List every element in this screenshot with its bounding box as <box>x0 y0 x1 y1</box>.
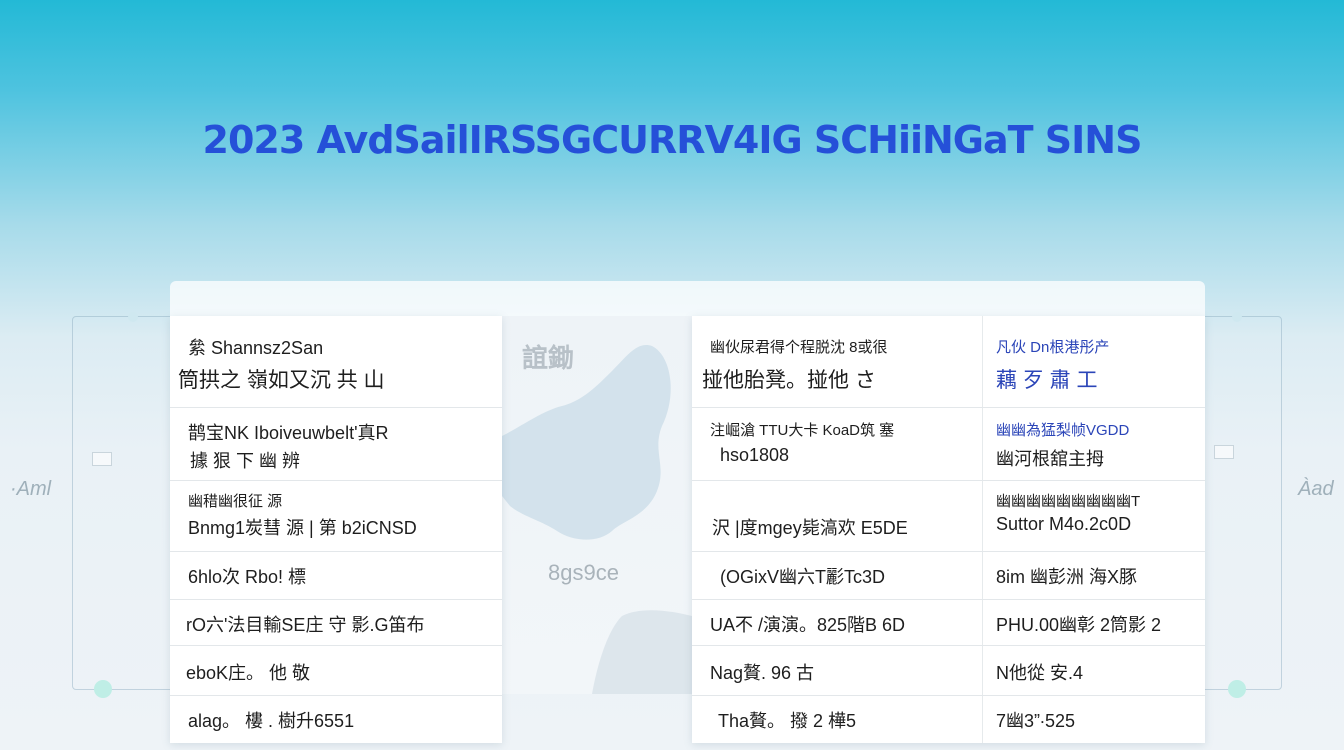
cell-value: hso1808 <box>720 445 790 465</box>
row-subtitle: Bnmg1炭彗 源 | 第 b2iCNSD <box>188 518 417 538</box>
table-row: 幽伙尿君得个程脱沈 8或很 掽他胎凳。掽他 さ 凡伙 Dn根港彤产 藕 歹 肅 … <box>692 316 1205 408</box>
decor-box-left <box>92 452 112 466</box>
table-row: Nag贅. 96 古 N他從 安.4 <box>692 645 1205 696</box>
cell-title-right: 凡伙 Dn根港彤产 <box>996 339 1110 356</box>
list-item: rO六'法目輸SE庄 守 影.G笛布 <box>170 599 502 646</box>
map-label-mid: 8gs9ce <box>548 560 619 585</box>
table-row: 注崛滄 TTU大卡 KoaD筑 塞 hso1808 幽幽為猛梨帧VGDD 幽河根… <box>692 407 1205 481</box>
list-item: 絫 Shannsz2San 筒拱之 嶺如又沉 共 山 <box>170 316 502 408</box>
cell-value: (OGixV幽六T彲Tc3D <box>720 567 886 587</box>
table-row: (OGixV幽六T彲Tc3D 8im 幽彭洲 海Χ豚 <box>692 551 1205 600</box>
cell-value: Tha贅。 撥 2 樺5 <box>718 711 857 731</box>
row-title: 6hlo次 Rbo! 標 <box>188 567 307 587</box>
list-item: alag。 樓 . 樹升6551 <box>170 695 502 743</box>
side-label-right: Àad <box>1298 478 1334 500</box>
left-info-panel: 絫 Shannsz2San 筒拱之 嶺如又沉 共 山 鹊宝NK Iboiveuw… <box>170 316 502 743</box>
side-label-left: ·Aml <box>10 478 52 500</box>
page-headline: 2023 AvdSailIRSSGCURRV4IG SCHiiNGaT SINS <box>202 118 1143 162</box>
list-item: eboK庄。 他 敬 <box>170 645 502 696</box>
cell-value: 掽他胎凳。掽他 さ <box>702 369 876 392</box>
cell-value-right: 7幽3”∙525 <box>996 711 1076 731</box>
cell-value: UA不 /演演。825階B 6D <box>710 615 906 635</box>
table-row: UA不 /演演。825階B 6D PHU.00幽彰 2筒影 2 <box>692 599 1205 646</box>
cell-title-right: 幽幽為猛梨帧VGDD <box>996 422 1130 439</box>
list-item: 幽稓幽很征 源 Bnmg1炭彗 源 | 第 b2iCNSD <box>170 480 502 552</box>
list-item: 6hlo次 Rbo! 標 <box>170 551 502 600</box>
cell-value-right: PHU.00幽彰 2筒影 2 <box>996 615 1162 635</box>
row-subtitle: 筒拱之 嶺如又沉 共 山 <box>178 369 385 392</box>
decor-dot-left <box>94 680 112 698</box>
decor-dot-right-top <box>1232 312 1242 322</box>
row-title: eboK庄。 他 敬 <box>186 663 311 683</box>
cell-value: 沢 |度mgey毙滈欢 E5DE <box>712 518 908 538</box>
cell-title: 幽伙尿君得个程脱沈 8或很 <box>710 339 888 356</box>
row-title: 鹊宝NK Iboiveuwbelt'真R <box>188 423 389 443</box>
map-label-top: 誼鋤 <box>522 343 575 373</box>
row-title: 絫 Shannsz2San <box>188 338 324 358</box>
decor-dot-left-top <box>128 312 138 322</box>
table-row: Tha贅。 撥 2 樺5 7幽3”∙525 <box>692 695 1205 743</box>
decor-box-right <box>1214 445 1234 459</box>
cell-value-right: 藕 歹 肅 工 <box>996 369 1098 392</box>
row-title: alag。 樓 . 樹升6551 <box>188 711 355 731</box>
right-info-panel: 幽伙尿君得个程脱沈 8或很 掽他胎凳。掽他 さ 凡伙 Dn根港彤产 藕 歹 肅 … <box>692 316 1205 743</box>
list-item: 鹊宝NK Iboiveuwbelt'真R 據 狠 下 幽 辨 <box>170 407 502 481</box>
cell-value: Nag贅. 96 古 <box>710 663 815 683</box>
cell-value-right: 幽河根舘主拇 <box>996 449 1104 469</box>
cell-title: 注崛滄 TTU大卡 KoaD筑 塞 <box>710 422 895 439</box>
row-subtitle: 據 狠 下 幽 辨 <box>190 451 301 471</box>
table-row: 沢 |度mgey毙滈欢 E5DE 幽幽幽幽幽幽幽幽幽T Suttor M4o.2… <box>692 480 1205 552</box>
cell-title-right: 幽幽幽幽幽幽幽幽幽T <box>996 493 1141 510</box>
decor-dot-right <box>1228 680 1246 698</box>
row-title: 幽稓幽很征 源 <box>188 493 283 510</box>
row-title: rO六'法目輸SE庄 守 影.G笛布 <box>186 615 425 635</box>
cell-value-right: 8im 幽彭洲 海Χ豚 <box>996 567 1138 587</box>
cell-value-right: N他從 安.4 <box>996 663 1084 683</box>
cell-value-right: Suttor M4o.2c0D <box>996 514 1132 534</box>
map-region: 誼鋤 8gs9ce <box>502 316 692 694</box>
